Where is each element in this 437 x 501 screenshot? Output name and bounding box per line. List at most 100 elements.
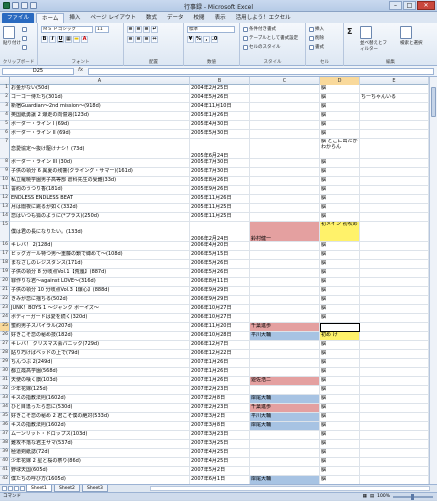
format-painter-button[interactable]: [22, 45, 27, 50]
cell-c[interactable]: 岸尾大輔: [250, 422, 320, 431]
cell-d[interactable]: 脳: [320, 359, 360, 368]
cut-button[interactable]: [22, 27, 27, 32]
cell-d[interactable]: 脳: [320, 449, 360, 458]
cell-b[interactable]: 2007年3月25日: [190, 440, 250, 449]
cell-a[interactable]: キレバ！ 2(128d): [10, 242, 190, 251]
cell-b[interactable]: 2006年9月29日: [190, 296, 250, 305]
cell-b[interactable]: 2004年2月25日: [190, 85, 250, 94]
cell-c[interactable]: [250, 278, 320, 287]
cell-a[interactable]: ボーダー・ライン II (69d): [10, 130, 190, 139]
cell-e[interactable]: [360, 377, 429, 386]
currency-button[interactable]: ¥: [187, 36, 194, 43]
column-header-b[interactable]: B: [190, 77, 250, 85]
fx-icon[interactable]: fx: [78, 67, 83, 73]
cell-c[interactable]: [250, 449, 320, 458]
cell-e[interactable]: [360, 467, 429, 476]
row-header[interactable]: 38: [0, 440, 10, 449]
column-header-e[interactable]: E: [360, 77, 429, 85]
row-header[interactable]: 1: [0, 85, 10, 94]
next-sheet-button[interactable]: [14, 486, 19, 491]
cell-c[interactable]: [250, 350, 320, 359]
cell-d[interactable]: 脳: [320, 94, 360, 103]
cell-styles-button[interactable]: セルのスタイル: [243, 44, 281, 50]
cell-e[interactable]: [360, 213, 429, 222]
cell-b[interactable]: 2004年11月10日: [190, 103, 250, 112]
cell-d[interactable]: 脳: [320, 467, 360, 476]
close-button[interactable]: ✕: [417, 1, 435, 10]
cell-c[interactable]: [250, 94, 320, 103]
cell-e[interactable]: [360, 323, 429, 332]
cell-e[interactable]: [360, 314, 429, 323]
cell-d[interactable]: 脳: [320, 278, 360, 287]
scroll-thumb[interactable]: [431, 87, 436, 117]
row-header[interactable]: 7: [0, 139, 10, 159]
cell-d[interactable]: 脳: [320, 314, 360, 323]
cell-b[interactable]: 2007年4月25日: [190, 458, 250, 467]
row-header[interactable]: 35: [0, 413, 10, 422]
copy-button[interactable]: [22, 36, 27, 41]
cell-e[interactable]: [360, 168, 429, 177]
cell-d[interactable]: 脳: [320, 242, 360, 251]
cell-a[interactable]: 好きこそ恋の秘め 2 君こそ僕の絶対(533d): [10, 413, 190, 422]
cell-d[interactable]: 初メイン 初吹め: [320, 222, 360, 242]
cell-b[interactable]: 2007年2月23日: [190, 386, 250, 395]
tab-review[interactable]: 校閲: [189, 13, 210, 23]
cell-e[interactable]: [360, 103, 429, 112]
tab-data[interactable]: データ: [162, 13, 189, 23]
cell-a[interactable]: 難攻不落な君主サマ(537d): [10, 440, 190, 449]
cell-d[interactable]: 脳: [320, 395, 360, 404]
cell-a[interactable]: 貼り巧けばベッドの上で(79d): [10, 350, 190, 359]
cell-b[interactable]: 2006年2月24日: [190, 222, 250, 242]
cell-b[interactable]: 2004年5月26日: [190, 94, 250, 103]
cell-d[interactable]: 脳: [320, 413, 360, 422]
cell-c[interactable]: [250, 204, 320, 213]
row-header[interactable]: 24: [0, 314, 10, 323]
cell-b[interactable]: 2006年5月26日: [190, 260, 250, 269]
cell-b[interactable]: 2007年3月23日: [190, 431, 250, 440]
row-header[interactable]: 14: [0, 213, 10, 222]
cell-c[interactable]: [250, 269, 320, 278]
row-header[interactable]: 36: [0, 422, 10, 431]
last-sheet-button[interactable]: [20, 486, 25, 491]
cell-c[interactable]: [250, 296, 320, 305]
cell-a[interactable]: 恋愛協定～抜け駆けナシ！(73d): [10, 139, 190, 159]
cell-a[interactable]: 英国紙勇譲 2 爆走の向億週(123d): [10, 112, 190, 121]
cell-c[interactable]: [250, 85, 320, 94]
cell-b[interactable]: 2006年4月20日: [190, 242, 250, 251]
cell-e[interactable]: [360, 159, 429, 168]
cell-e[interactable]: [360, 368, 429, 377]
cell-a[interactable]: 子供の領分 10 分岐点Vol.3【爆心】(888d): [10, 287, 190, 296]
worksheet-grid[interactable]: A B C D E 1 お金がない(50d) 2004年2月25日脳 2 ゴーゴー侍たち…: [0, 77, 437, 488]
cell-c[interactable]: [250, 130, 320, 139]
cell-d[interactable]: 脳: [320, 168, 360, 177]
cell-d[interactable]: 脳: [320, 350, 360, 359]
cell-a[interactable]: キレバ！ クリスマス会パニック(729d): [10, 341, 190, 350]
align-bottom-button[interactable]: ≡: [143, 26, 150, 33]
align-right-button[interactable]: ≡: [143, 36, 150, 43]
cell-e[interactable]: [360, 242, 429, 251]
cell-b[interactable]: 2006年12月7日: [190, 341, 250, 350]
cell-e[interactable]: [360, 195, 429, 204]
cell-c[interactable]: [250, 386, 320, 395]
prev-sheet-button[interactable]: [8, 486, 13, 491]
cell-b[interactable]: 2005年7月30日: [190, 159, 250, 168]
cell-b[interactable]: 2007年4月25日: [190, 449, 250, 458]
cell-c[interactable]: [250, 195, 320, 204]
row-header[interactable]: 31: [0, 377, 10, 386]
font-size-select[interactable]: 11: [95, 26, 109, 33]
cell-b[interactable]: 2007年1月26日: [190, 377, 250, 386]
cell-e[interactable]: [360, 121, 429, 130]
cell-d[interactable]: 脳: [320, 195, 360, 204]
cell-c[interactable]: [250, 467, 320, 476]
row-header[interactable]: 16: [0, 242, 10, 251]
cell-e[interactable]: [360, 305, 429, 314]
autosum-button[interactable]: Σ: [347, 27, 352, 36]
underline-button[interactable]: U: [57, 36, 64, 43]
cell-c[interactable]: [250, 458, 320, 467]
conditional-format-button[interactable]: 条件付き書式: [243, 26, 276, 32]
row-header[interactable]: 32: [0, 386, 10, 395]
cell-b[interactable]: 2005年7月30日: [190, 168, 250, 177]
cell-e[interactable]: [360, 296, 429, 305]
cell-e[interactable]: [360, 112, 429, 121]
cell-e[interactable]: [360, 422, 429, 431]
